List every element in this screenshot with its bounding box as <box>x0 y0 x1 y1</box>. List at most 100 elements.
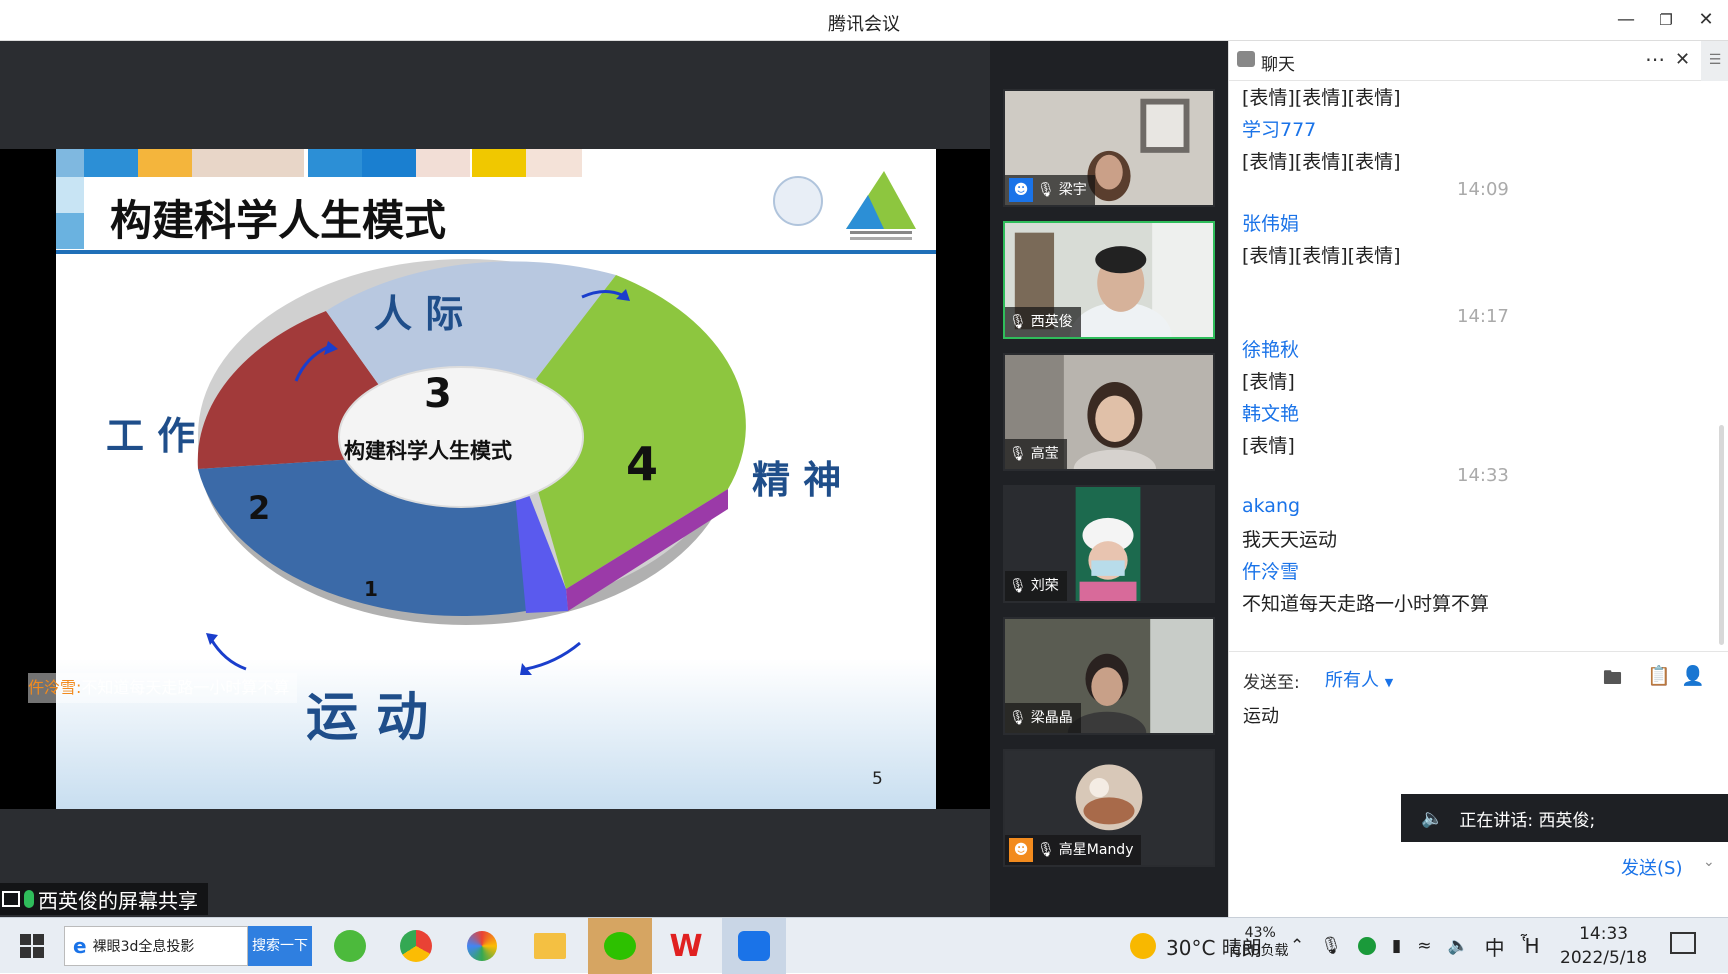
chat-message: 我天天运动 <box>1242 529 1338 551</box>
presentation-slide: 构建科学人生模式 构建科学人生模式 人 际 工 作 精 神 运 动 3 4 2 … <box>56 149 936 809</box>
participant-name: 梁晶晶 <box>1030 710 1073 726</box>
clock-date: 2022/5/18 <box>1560 948 1648 968</box>
participant-name: 西英俊 <box>1030 314 1073 330</box>
mic-muted-icon: 🎙 <box>1037 182 1055 198</box>
taskbar-app-color[interactable] <box>450 918 514 974</box>
ring-center-label: 构建科学人生模式 <box>344 439 512 463</box>
system-clock[interactable]: 14:33 2022/5/18 <box>1560 922 1647 970</box>
chat-sender: 仵泠雪 <box>1242 561 1300 583</box>
participant-tile-active[interactable]: 🎙 西英俊 <box>1003 221 1215 339</box>
chat-message: [表情][表情][表情] <box>1242 245 1401 267</box>
microphone-icon[interactable]: 🎙 <box>1320 936 1342 956</box>
segment-number-3: 3 <box>424 371 452 417</box>
search-text: 裸眼3d全息投影 <box>92 939 195 955</box>
more-icon[interactable]: ⋯ <box>1645 47 1665 71</box>
taskbar-app-chrome[interactable] <box>384 918 448 974</box>
taskbar-app-explorer[interactable] <box>518 918 582 974</box>
start-button[interactable] <box>0 918 64 974</box>
chevron-up-icon[interactable]: ⌃ <box>1290 936 1304 956</box>
chrome-icon <box>400 930 432 962</box>
speaker-icon: 🔈 <box>1421 807 1444 829</box>
label-work: 工 作 <box>106 414 196 458</box>
user-icon: ☻ <box>1009 178 1033 202</box>
speaking-indicator: 🔈 正在讲话: 西英俊; <box>1401 794 1728 842</box>
mic-muted-icon: 🎙 <box>1009 710 1027 726</box>
participant-tile[interactable]: 🎙 刘荣 <box>1003 485 1215 603</box>
side-menu-icon[interactable]: ☰ <box>1701 41 1728 81</box>
folder-icon <box>534 933 566 959</box>
chat-message: [表情][表情][表情] <box>1242 87 1401 109</box>
speaking-label: 正在讲话: 西英俊; <box>1459 810 1596 831</box>
folder-icon[interactable]: 🖿 <box>1603 664 1622 696</box>
taskbar-app-tencent-meeting[interactable] <box>722 918 786 974</box>
chat-message: [表情] <box>1242 371 1295 393</box>
chat-timestamp: 14:09 <box>1457 179 1509 200</box>
cpu-percent: 43% <box>1244 925 1276 941</box>
battery-icon[interactable]: ▮ <box>1392 936 1401 956</box>
participant-name: 高莹 <box>1030 446 1059 462</box>
chat-message: 不知道每天走路一小时算不算 <box>1242 593 1490 615</box>
label-exercise: 运 动 <box>306 688 429 748</box>
mic-muted-icon: 🎙 <box>1009 578 1027 594</box>
sun-icon <box>1130 933 1156 959</box>
search-button[interactable]: 搜索一下 <box>248 926 312 966</box>
send-to-label: 发送至: <box>1243 673 1300 693</box>
ime-mode-icon[interactable]: Ἧ <box>1521 934 1540 958</box>
participant-tile[interactable]: 🎙 梁晶晶 <box>1003 617 1215 735</box>
slide-letterbox-left <box>0 149 56 809</box>
segment-number-2: 2 <box>248 489 271 527</box>
browser-icon <box>334 930 366 962</box>
participant-name: 梁宇 <box>1058 182 1087 198</box>
windows-taskbar: e 裸眼3d全息投影 搜索一下 W 30°C 晴朗 43% CPU负载 ⌃ 🎙 … <box>0 917 1728 974</box>
chat-sender: 徐艳秋 <box>1242 339 1300 361</box>
participant-strip: ☻ 🎙 梁宇 🎙 西英俊 🎙 高莹 🎙 刘荣 🎙 梁晶晶 ☻ 🎙 高星Mandy <box>990 41 1228 917</box>
title-bar: 腾讯会议 — ❐ ✕ <box>0 0 1728 41</box>
minimize-icon[interactable]: — <box>1614 8 1638 32</box>
chat-scrollbar[interactable] <box>1719 425 1724 645</box>
mic-on-icon <box>24 890 34 908</box>
chat-compose-area: 发送至: 所有人 ▼ 🖿 📋 👤 运动 🔈 正在讲话: 西英俊; 发送(S) ⌄ <box>1229 651 1728 917</box>
user-icon: ☻ <box>1009 838 1033 862</box>
taskbar-app-browser[interactable] <box>318 918 382 974</box>
wechat-icon <box>604 932 636 960</box>
participant-name: 高星Mandy <box>1058 842 1134 858</box>
screen-share-bar[interactable]: 西英俊的屏幕共享 <box>0 883 208 915</box>
chat-bubble-icon <box>1237 51 1255 67</box>
participant-tile[interactable]: ☻ 🎙 高星Mandy <box>1003 749 1215 867</box>
user-settings-icon[interactable]: 👤 <box>1681 664 1705 687</box>
restore-icon[interactable]: ❐ <box>1654 8 1678 32</box>
wps-icon: W <box>669 928 703 964</box>
mic-muted-icon: 🎙 <box>1037 842 1055 858</box>
window-title: 腾讯会议 <box>828 14 900 35</box>
security-icon[interactable] <box>1357 937 1376 955</box>
slide-page-number: 5 <box>872 769 883 789</box>
search-input[interactable]: e 裸眼3d全息投影 <box>64 926 248 966</box>
overlay-text: 不知道每天走路一小时算不算 <box>81 678 290 697</box>
participant-name: 刘荣 <box>1030 578 1059 594</box>
label-relations: 人 际 <box>374 292 464 336</box>
chat-sender: 韩文艳 <box>1242 403 1300 425</box>
notification-icon[interactable] <box>1670 932 1696 954</box>
send-options-chevron-icon[interactable]: ⌄ <box>1703 854 1715 870</box>
chat-header: 聊天 ⋯ ✕ ☰ <box>1229 41 1728 81</box>
taskbar-app-wechat[interactable] <box>588 918 652 974</box>
cpu-monitor[interactable]: 43% CPU负载 <box>1232 924 1288 960</box>
wifi-icon[interactable]: ≈ <box>1417 936 1431 956</box>
close-chat-icon[interactable]: ✕ <box>1675 49 1690 70</box>
participant-tile[interactable]: 🎙 高莹 <box>1003 353 1215 471</box>
slide-title: 构建科学人生模式 <box>110 196 447 245</box>
send-button[interactable]: 发送(S) <box>1621 854 1682 880</box>
mic-on-icon: 🎙 <box>1009 314 1027 330</box>
taskbar-app-wps[interactable]: W <box>654 918 718 974</box>
participant-tile[interactable]: ☻ 🎙 梁宇 <box>1003 89 1215 207</box>
chat-sender: 张伟娟 <box>1242 213 1300 235</box>
send-to-select[interactable]: 所有人 ▼ <box>1325 666 1393 692</box>
color-picker-icon <box>467 931 497 961</box>
clipboard-icon[interactable]: 📋 <box>1647 664 1671 687</box>
segment-number-1: 1 <box>364 577 378 601</box>
volume-icon[interactable]: 🔈 <box>1447 936 1468 956</box>
clock-time: 14:33 <box>1579 924 1629 944</box>
ime-indicator[interactable]: 中 <box>1485 932 1505 961</box>
chat-message: [表情] <box>1242 435 1295 457</box>
close-icon[interactable]: ✕ <box>1694 8 1718 32</box>
